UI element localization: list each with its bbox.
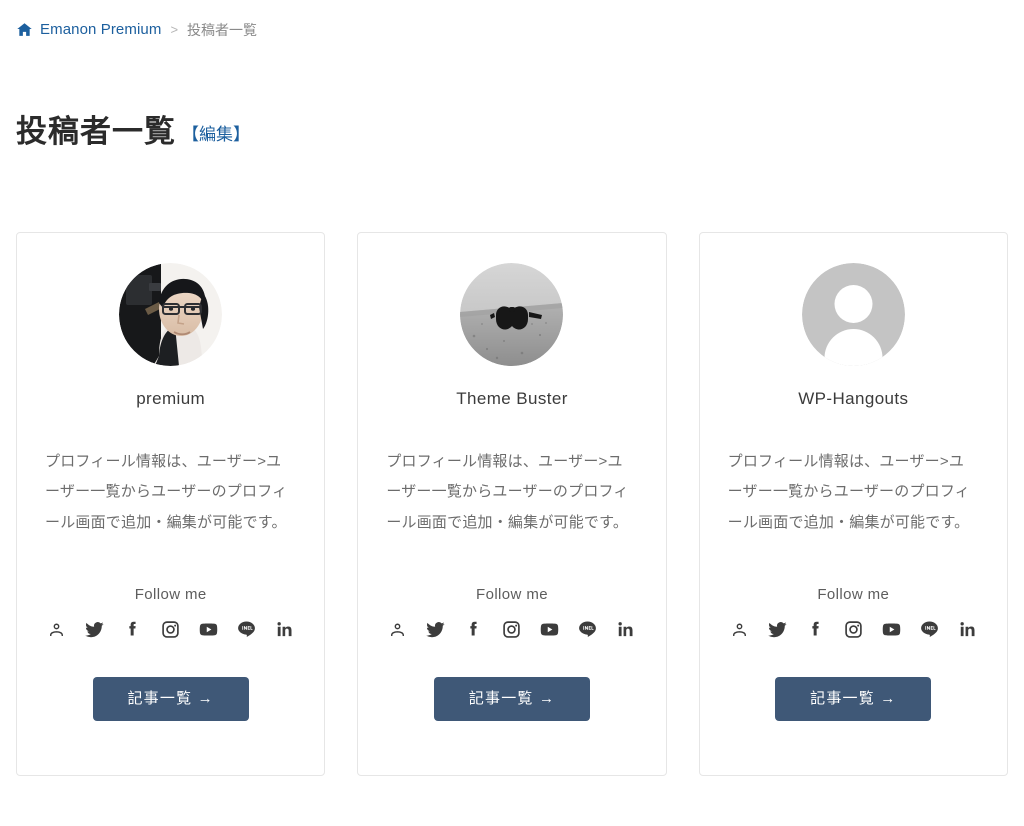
website-icon[interactable] [46,619,67,640]
author-card: premium プロフィール情報は、ユーザー>ユーザー一覧からユーザーのプロフィ… [16,232,326,777]
author-card: WP-Hangouts プロフィール情報は、ユーザー>ユーザー一覧からユーザーの… [698,232,1008,777]
page-title-row: 投稿者一覧 【編集】 [0,38,1024,170]
social-links-row [386,619,637,640]
twitter-icon[interactable] [84,619,105,640]
facebook-icon[interactable] [122,619,143,640]
author-bio: プロフィール情報は、ユーザー>ユーザー一覧からユーザーのプロフィール画面で追加・… [386,452,629,532]
follow-me-label: Follow me [476,585,548,603]
breadcrumb: Emanon Premium > 投稿者一覧 [0,0,1024,38]
home-icon[interactable] [16,21,33,38]
posts-list-button[interactable]: 記事一覧 → [775,676,932,721]
website-icon[interactable] [387,619,408,640]
linkedin-icon[interactable] [615,619,636,640]
twitter-icon[interactable] [425,619,446,640]
page-title: 投稿者一覧 [16,113,176,149]
edit-link[interactable]: 【編集】 [182,120,250,145]
posts-list-button[interactable]: 記事一覧 → [433,676,590,721]
youtube-icon[interactable] [539,619,560,640]
instagram-icon[interactable] [160,619,181,640]
breadcrumb-separator-icon: > [170,22,179,37]
breadcrumb-current-page: 投稿者一覧 [187,21,258,38]
author-card-grid: premium プロフィール情報は、ユーザー>ユーザー一覧からユーザーのプロフィ… [0,170,1024,777]
youtube-icon[interactable] [881,619,902,640]
line-icon[interactable] [577,619,598,640]
instagram-icon[interactable] [501,619,522,640]
line-icon[interactable] [236,619,257,640]
author-name: Theme Buster [456,389,568,409]
avatar-premium[interactable] [119,263,223,367]
author-name: WP-Hangouts [798,389,909,409]
social-links-row [728,619,979,640]
linkedin-icon[interactable] [957,619,978,640]
line-icon[interactable] [919,619,940,640]
twitter-icon[interactable] [767,619,788,640]
youtube-icon[interactable] [198,619,219,640]
author-name: premium [136,389,206,409]
follow-me-label: Follow me [817,585,890,603]
follow-me-label: Follow me [134,585,207,603]
author-bio: プロフィール情報は、ユーザー>ユーザー一覧からユーザーのプロフィール画面で追加・… [45,452,288,532]
posts-list-button[interactable]: 記事一覧 → [92,676,249,721]
website-icon[interactable] [729,619,750,640]
social-links-row [45,619,296,640]
avatar-wp-hangouts[interactable] [801,263,905,367]
author-card: Theme Buster プロフィール情報は、ユーザー>ユーザー一覧からユーザー… [357,232,667,777]
linkedin-icon[interactable] [274,619,295,640]
author-bio: プロフィール情報は、ユーザー>ユーザー一覧からユーザーのプロフィール画面で追加・… [727,452,970,532]
breadcrumb-site-link[interactable]: Emanon Premium [40,22,161,37]
facebook-icon[interactable] [805,619,826,640]
instagram-icon[interactable] [843,619,864,640]
facebook-icon[interactable] [463,619,484,640]
avatar-theme-buster[interactable] [460,263,564,367]
